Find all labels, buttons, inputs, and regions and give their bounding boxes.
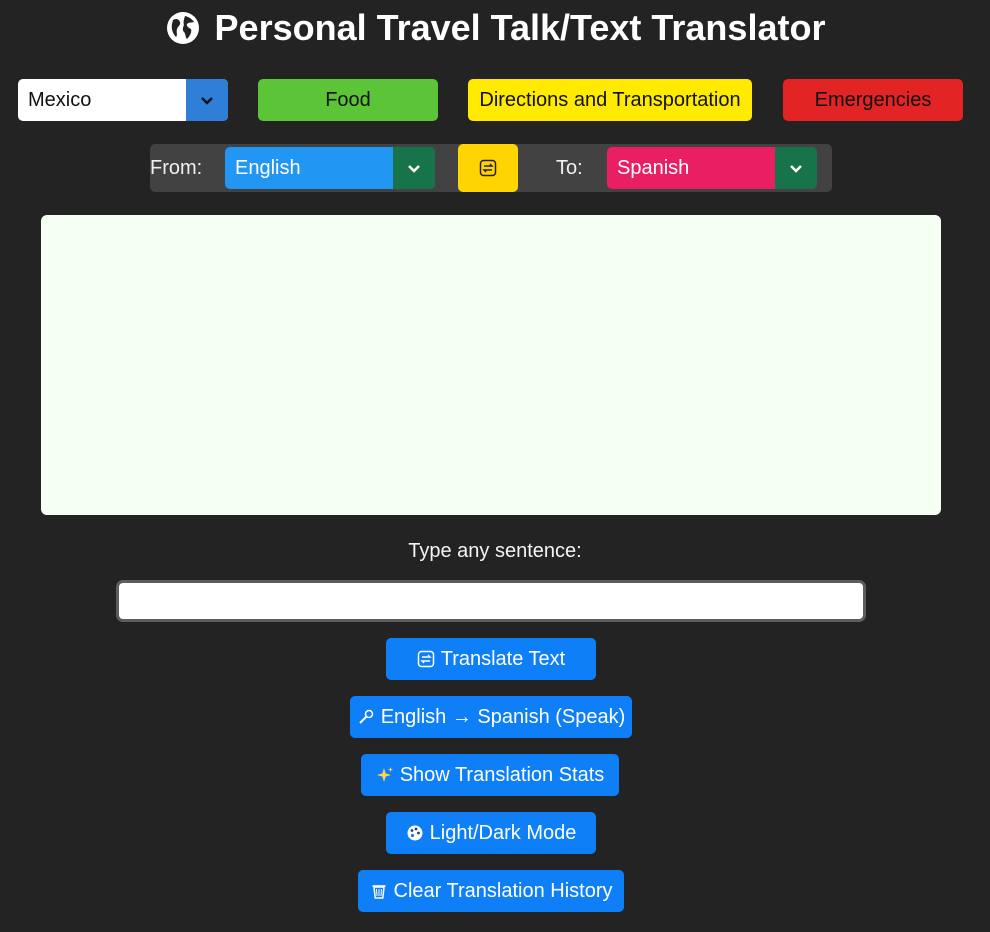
food-button[interactable]: Food [258,79,438,121]
to-language-select[interactable]: Spanish [607,147,817,189]
page-title-text: Personal Travel Talk/Text Translator [214,7,826,48]
sparkles-icon [376,767,393,782]
country-select-value: Mexico [28,89,92,111]
chevron-down-icon[interactable] [393,147,435,189]
sentence-input[interactable] [116,580,866,622]
trash-icon [372,885,386,899]
chevron-down-icon[interactable] [186,79,228,121]
swap-icon [479,159,497,177]
language-bar: From: English To: Spanish [150,144,832,192]
swap-icon [417,650,434,668]
globe-icon [166,12,199,44]
speak-button-label: English → Spanish (Speak) [380,705,626,728]
microphone-icon [358,709,373,724]
directions-button[interactable]: Directions and Transportation [468,79,752,121]
input-prompt: Type any sentence: [408,540,582,562]
country-select[interactable]: Mexico [18,79,228,121]
translation-output [41,215,941,515]
swap-languages-button[interactable] [458,144,518,192]
light-dark-mode-button-label: Light/Dark Mode [429,821,577,844]
to-language-value: Spanish [617,157,690,179]
light-dark-mode-button[interactable]: Light/Dark Mode [386,812,596,854]
chevron-down-icon[interactable] [775,147,817,189]
speak-button[interactable]: English → Spanish (Speak) [350,696,632,738]
from-language-select[interactable]: English [225,147,435,189]
page-title: Personal Travel Talk/Text Translator [0,6,990,50]
emergencies-button[interactable]: Emergencies [783,79,963,121]
stats-button-label: Show Translation Stats [399,763,605,786]
to-label: To: [556,157,583,179]
clear-history-button-label: Clear Translation History [393,879,613,902]
translate-button[interactable]: Translate Text [386,638,596,680]
from-label: From: [150,157,203,179]
from-language-value: English [235,157,301,179]
clear-history-button[interactable]: Clear Translation History [358,870,624,912]
translate-button-label: Translate Text [440,647,566,670]
stats-button[interactable]: Show Translation Stats [361,754,619,796]
palette-icon [407,825,423,841]
